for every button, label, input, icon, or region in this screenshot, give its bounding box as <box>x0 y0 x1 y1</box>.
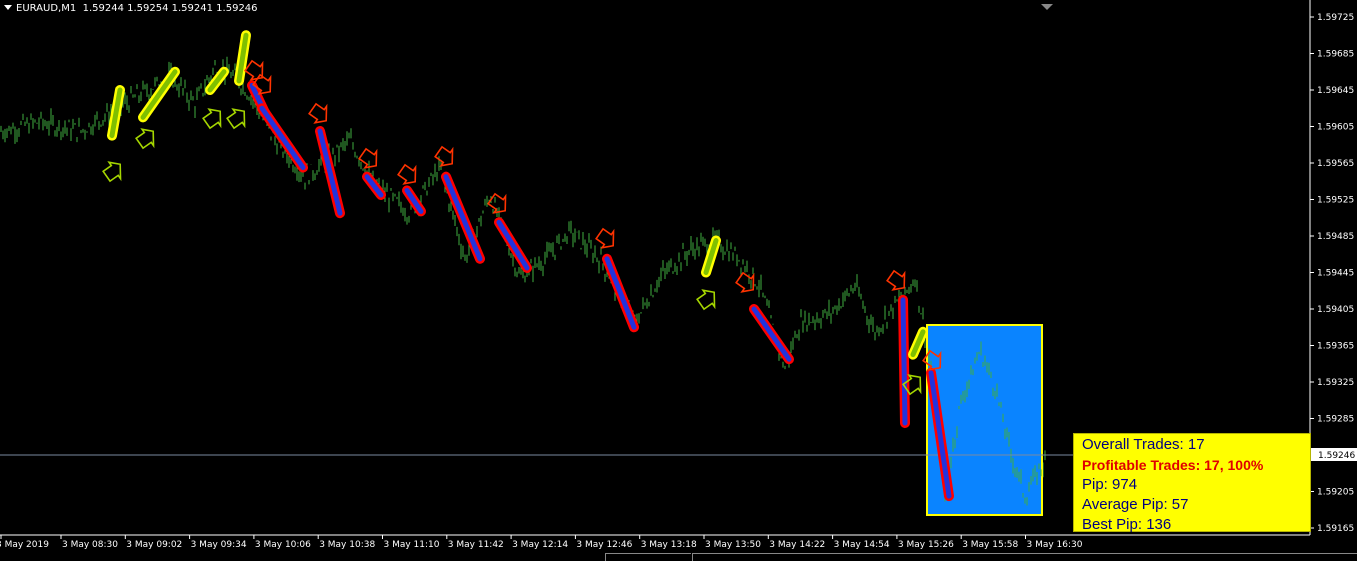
average-pip: Average Pip: 57 <box>1082 496 1189 513</box>
current-price-tag: 1.59246 <box>1311 448 1357 461</box>
time-tick-label: 3 May 11:10 <box>384 540 440 550</box>
time-tick-label: 3 May 10:06 <box>255 540 311 550</box>
price-tick-label: 1.59325 <box>1317 378 1354 388</box>
current-price-label: 1.59246 <box>1318 451 1355 461</box>
best-pip: Best Pip: 136 <box>1082 516 1172 533</box>
time-tick-label: 3 May 16:30 <box>1027 540 1083 550</box>
price-tick-label: 1.59605 <box>1317 123 1354 133</box>
price-tick-label: 1.59205 <box>1317 488 1354 498</box>
price-tick-label: 1.59365 <box>1317 342 1354 352</box>
pip-total: Pip: 974 <box>1082 476 1138 493</box>
price-tick-label: 1.59445 <box>1317 269 1354 279</box>
ohlc-quotes: 1.59244 1.59254 1.59241 1.59246 <box>82 3 258 14</box>
trade-stats-panel: Overall Trades: 17 Profitable Trades: 17… <box>1073 433 1311 533</box>
time-tick-label: 3 May 14:54 <box>834 540 890 550</box>
time-tick-label: 3 May 09:34 <box>191 540 247 550</box>
time-tick-label: 3 May 08:30 <box>62 540 118 550</box>
profitable-trades: Profitable Trades: 17, 100% <box>1082 457 1264 473</box>
price-tick-label: 1.59565 <box>1317 159 1354 169</box>
price-tick-label: 1.59725 <box>1317 13 1354 23</box>
sell-trade-line <box>900 297 908 426</box>
time-tick-label: 3 May 15:26 <box>898 540 954 550</box>
chart-header: EURAUD,M1 1.59244 1.59254 1.59241 1.5924… <box>4 3 258 14</box>
price-tick-label: 1.59645 <box>1317 86 1354 96</box>
time-tick-label: 3 May 11:42 <box>448 540 504 550</box>
time-tick-label: 3 May 13:18 <box>641 540 697 550</box>
time-axis: 3 May 2019 3 May 08:30 3 May 09:02 3 May 09… <box>0 535 1083 550</box>
price-tick-label: 1.59685 <box>1317 50 1354 60</box>
price-tick-label: 1.59405 <box>1317 305 1354 315</box>
overall-trades: Overall Trades: 17 <box>1082 436 1205 453</box>
time-tick-label: 3 May 10:38 <box>319 540 375 550</box>
collapse-arrow-icon[interactable] <box>4 5 12 10</box>
time-tick-label: 3 May 13:50 <box>705 540 761 550</box>
time-tick-label: 3 May 12:14 <box>512 540 568 550</box>
symbol-timeframe: EURAUD,M1 <box>16 3 77 14</box>
price-tick-label: 1.59165 <box>1317 524 1354 534</box>
time-tick-label: 3 May 12:46 <box>576 540 632 550</box>
price-tick-label: 1.59525 <box>1317 196 1354 206</box>
time-tick-label: 3 May 14:22 <box>769 540 825 550</box>
time-tick-label: 3 May 2019 <box>0 540 49 550</box>
time-tick-label: 3 May 15:58 <box>962 540 1018 550</box>
price-tick-label: 1.59285 <box>1317 415 1354 425</box>
time-tick-label: 3 May 09:02 <box>126 540 182 550</box>
price-tick-label: 1.59485 <box>1317 232 1354 242</box>
